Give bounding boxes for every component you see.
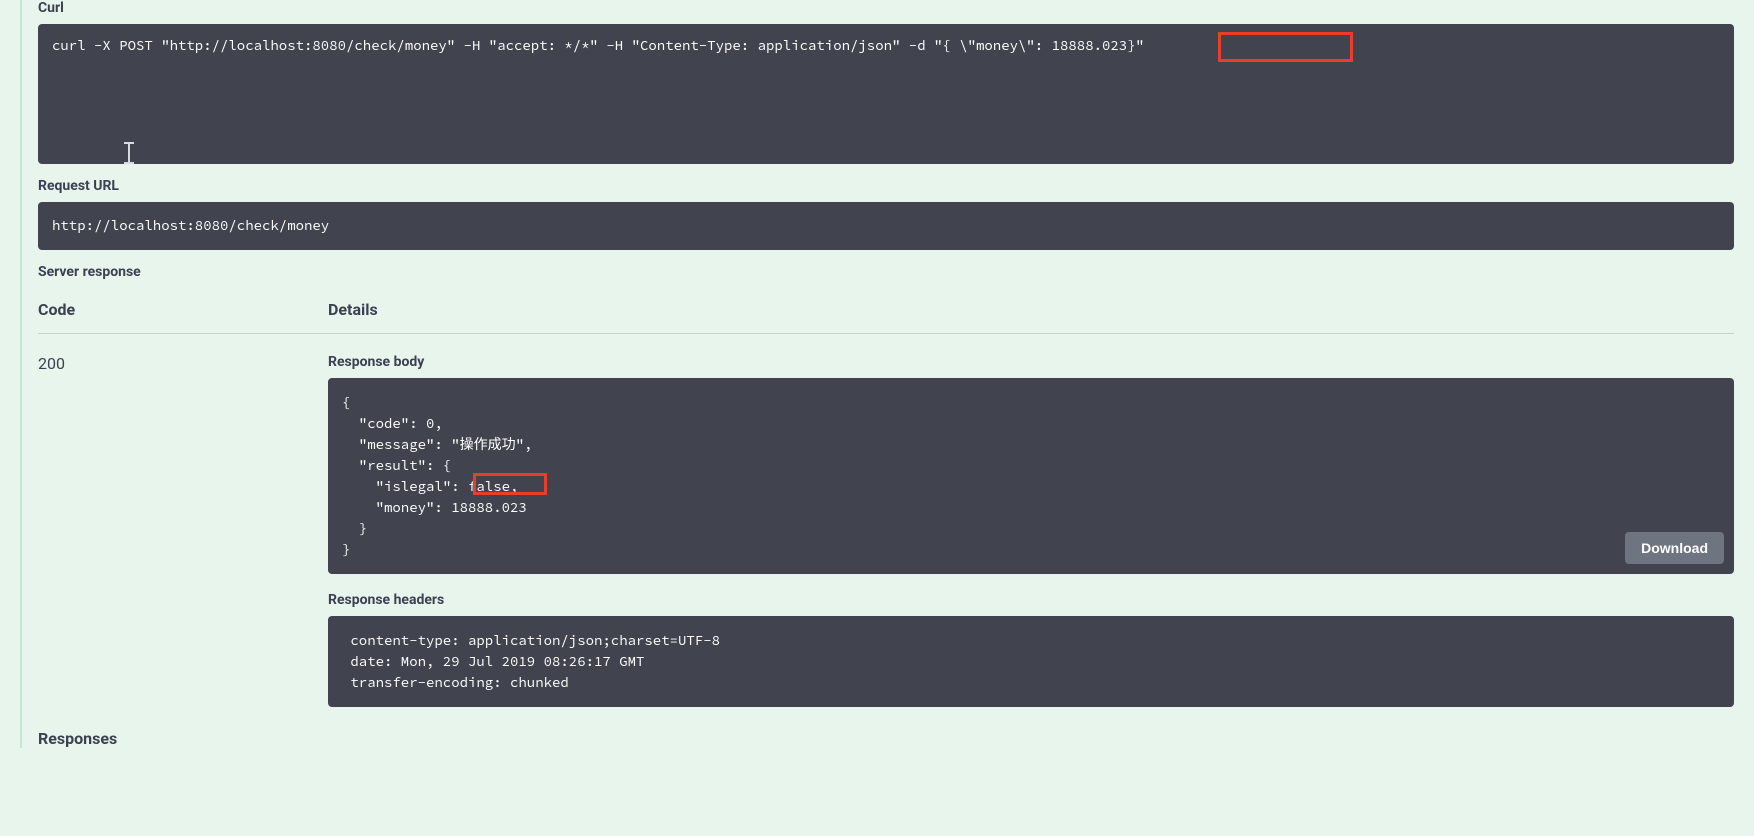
text-cursor-icon — [124, 142, 134, 164]
response-details: Response body { "code": 0, "message": "操… — [328, 354, 1734, 707]
details-column-header: Details — [328, 300, 1734, 319]
response-body-label: Response body — [328, 354, 1734, 370]
status-code: 200 — [38, 354, 328, 707]
swagger-response-panel: Curl curl -X POST "http://localhost:8080… — [20, 0, 1734, 748]
response-headers-label: Response headers — [328, 592, 1734, 608]
response-headers-text: content-type: application/json;charset=U… — [342, 631, 728, 691]
response-table-header: Code Details — [38, 300, 1734, 334]
curl-command-text: curl -X POST "http://localhost:8080/chec… — [52, 36, 1144, 54]
response-body-block[interactable]: { "code": 0, "message": "操作成功", "result"… — [328, 378, 1734, 574]
response-headers-block[interactable]: content-type: application/json;charset=U… — [328, 616, 1734, 707]
download-button[interactable]: Download — [1625, 532, 1724, 564]
request-url-block[interactable]: http://localhost:8080/check/money — [38, 202, 1734, 250]
server-response-section-label: Server response — [38, 264, 1734, 280]
request-url-text: http://localhost:8080/check/money — [52, 216, 329, 234]
curl-command-block[interactable]: curl -X POST "http://localhost:8080/chec… — [38, 24, 1734, 164]
curl-section-label: Curl — [38, 0, 1734, 16]
response-row: 200 Response body { "code": 0, "message"… — [38, 354, 1734, 707]
code-column-header: Code — [38, 300, 328, 319]
response-body-text: { "code": 0, "message": "操作成功", "result"… — [342, 393, 532, 558]
highlight-annotation-curl — [1218, 32, 1353, 62]
responses-section-label: Responses — [38, 729, 1734, 748]
request-url-section-label: Request URL — [38, 178, 1734, 194]
